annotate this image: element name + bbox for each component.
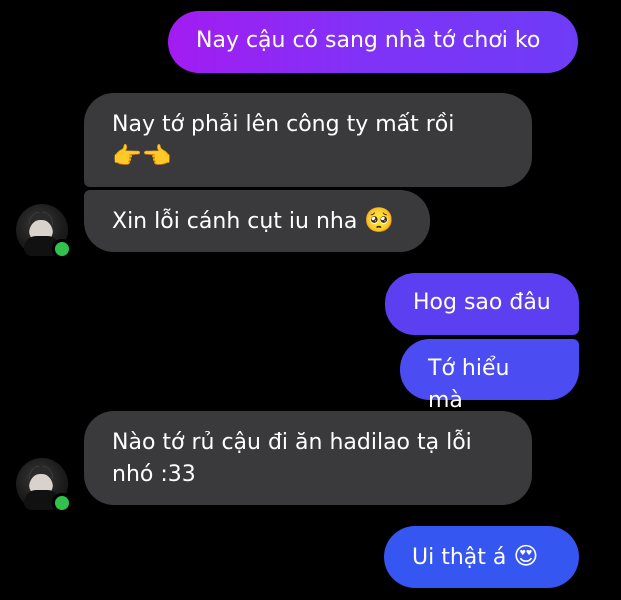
received-message-bubble[interactable]: Nào tớ rủ cậu đi ăn hadilao tạ lỗi nhó :… xyxy=(84,411,532,505)
received-message-bubble[interactable]: Nay tớ phải lên công ty mất rồi 👉👈 xyxy=(84,93,532,187)
message-text: Xin lỗi cánh cụt iu nha xyxy=(112,209,358,234)
online-dot-icon xyxy=(52,239,72,259)
message-emoji: 👉👈 xyxy=(112,142,172,170)
message-text: Ui thật á xyxy=(412,545,507,570)
sent-message-bubble[interactable]: Ui thật á 😍 xyxy=(384,526,579,588)
message-emoji: 🥺 xyxy=(364,206,395,234)
sent-message-bubble[interactable]: Nay cậu có sang nhà tớ chơi ko xyxy=(168,11,578,73)
online-dot-icon xyxy=(52,493,72,513)
message-text: Hog sao đâu xyxy=(413,290,551,315)
contact-avatar[interactable] xyxy=(16,458,72,513)
message-text: Nay tớ phải lên công ty mất rồi xyxy=(112,112,455,137)
message-emoji: 😍 xyxy=(513,542,539,570)
message-text: Nay cậu có sang nhà tớ chơi ko xyxy=(196,28,541,53)
message-text: Tớ hiểu mà xyxy=(428,356,510,413)
received-message-bubble[interactable]: Xin lỗi cánh cụt iu nha 🥺 xyxy=(84,190,430,252)
sent-message-bubble[interactable]: Tớ hiểu mà xyxy=(400,339,579,413)
message-text: Nào tớ rủ cậu đi ăn hadilao tạ lỗi nhó :… xyxy=(112,430,472,487)
sent-message-bubble[interactable]: Hog sao đâu xyxy=(385,273,579,335)
contact-avatar[interactable] xyxy=(16,204,72,259)
